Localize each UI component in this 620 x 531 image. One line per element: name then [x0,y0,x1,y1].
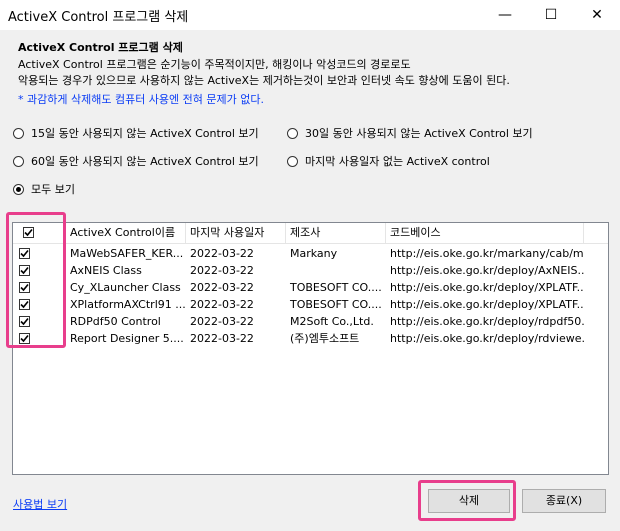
radio-button-icon[interactable] [13,155,24,167]
cell-vendor: Markany [290,247,338,260]
radio-label: 마지막 사용일자 없는 ActiveX control [305,155,490,168]
cell-codebase: http://eis.oke.go.kr/deploy/rdpdf50... [390,315,584,328]
window-title: ActiveX Control 프로그램 삭제 [8,10,189,25]
cell-codebase: http://eis.oke.go.kr/deploy/XPLATF... [390,298,584,311]
table-row[interactable]: Report Designer 5.... 2022-03-22 (주)엠투소프… [13,330,608,347]
cell-date: 2022-03-22 [190,264,254,277]
checkbox-column-highlight [6,212,66,348]
activex-list[interactable]: ActiveX Control이름 마지막 사용일자 제조사 코드베이스 MaW… [12,222,609,475]
description-line-1: ActiveX Control 프로그램은 순기능이 주목적이지만, 해킹이나 … [18,58,411,71]
radio-label: 30일 동안 사용되지 않는 ActiveX Control 보기 [305,127,533,140]
cell-codebase: http://eis.oke.go.kr/deploy/rdviewe... [390,332,584,345]
cell-vendor: (주)엠투소프트 [290,332,360,345]
cell-vendor [286,262,386,279]
column-header-vendor[interactable]: 제조사 [286,223,386,243]
cell-name: Report Designer 5.... [70,332,184,345]
cell-name: MaWebSAFER_KER... [70,247,184,260]
cell-date: 2022-03-22 [190,281,254,294]
cell-date: 2022-03-22 [190,247,254,260]
radio-button-icon[interactable] [13,127,24,139]
cell-codebase: http://eis.oke.go.kr/deploy/XPLATF... [390,281,584,294]
minimize-icon[interactable]: — [482,0,528,30]
radio-button-selected-icon[interactable] [13,183,24,195]
radio-label: 15일 동안 사용되지 않는 ActiveX Control 보기 [31,127,259,140]
cell-name: XPlatformAXCtrl91 ... [70,298,186,311]
cell-name: AxNEIS Class [70,264,142,277]
radio-button-icon[interactable] [287,155,298,167]
exit-button[interactable]: 종료(X) [522,489,606,513]
cell-vendor: TOBESOFT CO.... [290,281,382,294]
radio-60-days[interactable]: 60일 동안 사용되지 않는 ActiveX Control 보기 [13,153,259,169]
cell-date: 2022-03-22 [190,332,254,345]
column-header-last-used[interactable]: 마지막 사용일자 [186,223,286,243]
radio-button-icon[interactable] [287,127,298,139]
table-row[interactable]: Cy_XLauncher Class 2022-03-22 TOBESOFT C… [13,279,608,296]
title-bar: ActiveX Control 프로그램 삭제 — ☐ ✕ [0,0,620,31]
radio-label: 모두 보기 [31,183,75,196]
section-header: ActiveX Control 프로그램 삭제 [18,41,183,54]
cell-name: RDPdf50 Control [70,315,161,328]
cell-date: 2022-03-22 [190,315,254,328]
note-text: * 과감하게 삭제해도 컴퓨터 사용엔 전혀 문제가 없다. [18,93,264,106]
table-row[interactable]: RDPdf50 Control 2022-03-22 M2Soft Co.,Lt… [13,313,608,330]
radio-label: 60일 동안 사용되지 않는 ActiveX Control 보기 [31,155,259,168]
radio-show-all[interactable]: 모두 보기 [13,181,75,197]
table-row[interactable]: AxNEIS Class 2022-03-22 http://eis.oke.g… [13,262,608,279]
help-link[interactable]: 사용법 보기 [13,496,67,512]
radio-30-days[interactable]: 30일 동안 사용되지 않는 ActiveX Control 보기 [287,125,533,141]
cell-date: 2022-03-22 [190,298,254,311]
list-header: ActiveX Control이름 마지막 사용일자 제조사 코드베이스 [13,223,608,244]
cell-name: Cy_XLauncher Class [70,281,181,294]
cell-vendor: TOBESOFT CO.... [290,298,382,311]
table-row[interactable]: XPlatformAXCtrl91 ... 2022-03-22 TOBESOF… [13,296,608,313]
radio-no-last-use[interactable]: 마지막 사용일자 없는 ActiveX control [287,153,490,169]
description-line-2: 악용되는 경우가 있으므로 사용하지 않는 ActiveX는 제거하는것이 보안… [18,74,510,87]
table-row[interactable]: MaWebSAFER_KER... 2022-03-22 Markany htt… [13,245,608,262]
column-header-codebase[interactable]: 코드베이스 [386,223,584,243]
cell-vendor: M2Soft Co.,Ltd. [290,315,374,328]
radio-15-days[interactable]: 15일 동안 사용되지 않는 ActiveX Control 보기 [13,125,259,141]
column-header-name[interactable]: ActiveX Control이름 [66,223,186,243]
delete-button[interactable]: 삭제 [428,489,510,513]
close-icon[interactable]: ✕ [574,0,620,30]
maximize-icon[interactable]: ☐ [528,0,574,30]
cell-codebase: http://eis.oke.go.kr/markany/cab/m... [390,247,584,260]
cell-codebase: http://eis.oke.go.kr/deploy/AxNEIS.... [390,264,584,277]
